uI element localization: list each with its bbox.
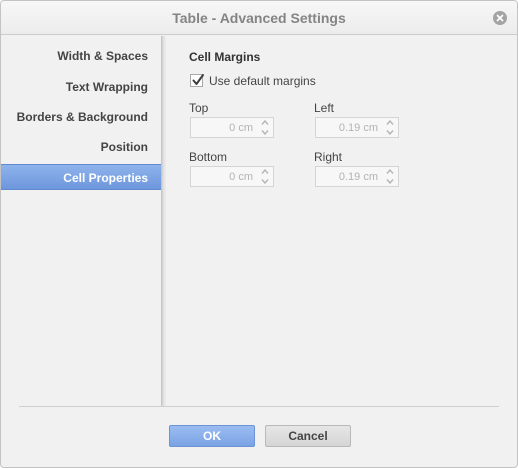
cell-properties-panel: Cell Margins Use default margins Top Lef… xyxy=(189,36,509,406)
chevron-down-icon xyxy=(386,130,394,135)
sidebar-item-label: Text Wrapping xyxy=(65,80,148,94)
checkmark-icon xyxy=(192,74,204,85)
dialog-title: Table - Advanced Settings xyxy=(172,10,346,26)
left-margin-input[interactable] xyxy=(316,118,382,137)
sidebar-item-label: Cell Properties xyxy=(63,171,148,185)
close-button[interactable] xyxy=(493,11,507,25)
top-margin-increment[interactable] xyxy=(257,118,273,127)
left-margin-decrement[interactable] xyxy=(382,128,398,137)
use-default-margins-checkbox[interactable] xyxy=(190,74,204,87)
sidebar-item-label: Width & Spaces xyxy=(57,49,148,63)
chevron-up-icon xyxy=(386,120,394,125)
chevron-up-icon xyxy=(261,120,269,125)
sidebar-item-position[interactable]: Position xyxy=(1,134,161,160)
ok-button[interactable]: OK xyxy=(169,425,255,447)
right-margin-label: Right xyxy=(314,150,343,164)
right-margin-input[interactable] xyxy=(316,167,382,186)
settings-sidebar: Width & Spaces Text Wrapping Borders & B… xyxy=(1,36,161,406)
chevron-down-icon xyxy=(386,179,394,184)
footer-divider xyxy=(19,406,499,407)
sidebar-item-borders-background[interactable]: Borders & Background xyxy=(1,104,161,130)
advanced-settings-dialog: Table - Advanced Settings Width & Spaces… xyxy=(0,0,518,468)
top-margin-label: Top xyxy=(189,101,209,115)
section-title-cell-margins: Cell Margins xyxy=(189,50,261,64)
left-margin-spinner[interactable] xyxy=(315,117,399,138)
chevron-up-icon xyxy=(386,169,394,174)
use-default-margins-label: Use default margins xyxy=(209,74,316,88)
sidebar-item-label: Position xyxy=(100,140,148,154)
sidebar-item-width-spaces[interactable]: Width & Spaces xyxy=(1,43,161,69)
top-margin-spinner[interactable] xyxy=(190,117,274,138)
sidebar-item-text-wrapping[interactable]: Text Wrapping xyxy=(1,74,161,100)
dialog-titlebar: Table - Advanced Settings xyxy=(1,1,517,35)
chevron-down-icon xyxy=(261,130,269,135)
left-margin-increment[interactable] xyxy=(382,118,398,127)
top-margin-decrement[interactable] xyxy=(257,128,273,137)
bottom-margin-increment[interactable] xyxy=(257,167,273,176)
bottom-margin-label: Bottom xyxy=(189,150,228,164)
close-icon xyxy=(496,14,504,22)
cancel-button[interactable]: Cancel xyxy=(265,425,351,447)
bottom-margin-input[interactable] xyxy=(191,167,257,186)
right-margin-increment[interactable] xyxy=(382,167,398,176)
sidebar-item-cell-properties[interactable]: Cell Properties xyxy=(1,164,161,190)
chevron-down-icon xyxy=(261,179,269,184)
bottom-margin-decrement[interactable] xyxy=(257,177,273,186)
sidebar-divider xyxy=(161,36,166,406)
left-margin-label: Left xyxy=(314,101,335,115)
chevron-up-icon xyxy=(261,169,269,174)
top-margin-input[interactable] xyxy=(191,118,257,137)
bottom-margin-spinner[interactable] xyxy=(190,166,274,187)
right-margin-decrement[interactable] xyxy=(382,177,398,186)
sidebar-item-label: Borders & Background xyxy=(16,110,148,124)
right-margin-spinner[interactable] xyxy=(315,166,399,187)
